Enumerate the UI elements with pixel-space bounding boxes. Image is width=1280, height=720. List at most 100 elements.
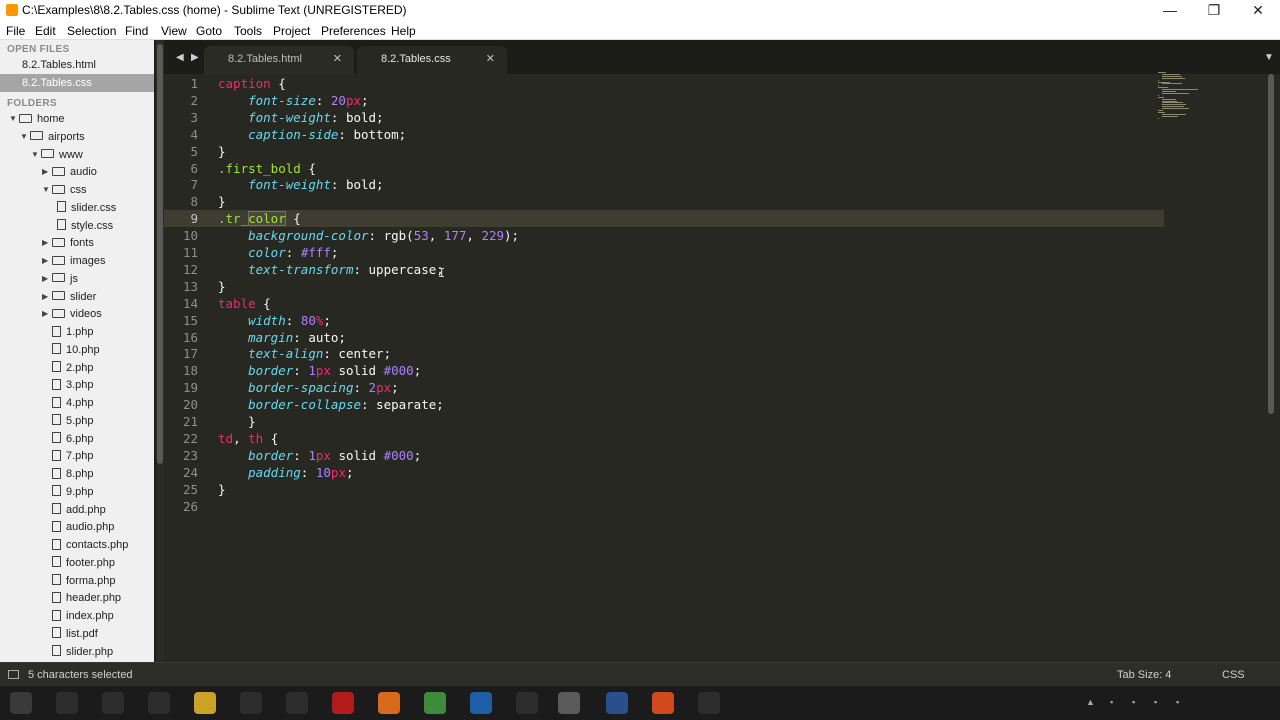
code-line[interactable]: 5} <box>164 143 1164 160</box>
tree-file[interactable]: contacts.php <box>42 536 128 554</box>
code-line[interactable]: 24 padding: 10px; <box>164 464 1164 481</box>
tab-close-icon[interactable]: ✕ <box>486 46 495 72</box>
tab-dropdown-icon[interactable]: ▼ <box>1264 52 1274 63</box>
sidebar-scrollbar[interactable] <box>156 40 164 662</box>
tab-prev-icon[interactable]: ◀ <box>176 52 184 63</box>
code-line[interactable]: 23 border: 1px solid #000; <box>164 447 1164 464</box>
taskbar-app-icon[interactable] <box>102 692 124 714</box>
taskbar-app-icon[interactable] <box>698 692 720 714</box>
tree-file[interactable]: index.php <box>42 607 114 625</box>
code-line[interactable]: 9 .tr_color { <box>164 210 1164 228</box>
tree-file[interactable]: 6.php <box>42 430 94 448</box>
tree-file[interactable]: slider.php <box>42 643 113 661</box>
code-line[interactable]: 22 td, th { <box>164 430 1164 447</box>
tree-file[interactable]: slider.css <box>53 199 116 217</box>
taskbar-app-icon[interactable] <box>470 692 492 714</box>
tree-folder[interactable]: ▶ audio <box>42 163 97 181</box>
menu-edit[interactable]: Edit <box>35 24 56 38</box>
tree-file[interactable]: list.pdf <box>42 625 98 643</box>
tree-file[interactable]: footer.php <box>42 554 115 572</box>
code-line[interactable]: 17 text-align: center; <box>164 345 1164 362</box>
menu-view[interactable]: View <box>161 24 187 38</box>
tree-file[interactable]: style.css <box>53 217 113 235</box>
tray-icon[interactable]: ▪ <box>1132 697 1135 707</box>
open-file-item[interactable]: 8.2.Tables.html <box>0 56 154 74</box>
code-line[interactable]: 1 caption { <box>164 75 1164 92</box>
tree-folder[interactable]: ▶ js <box>42 270 78 288</box>
taskbar-app-icon[interactable] <box>286 692 308 714</box>
code-line[interactable]: 7 font-weight: bold; <box>164 176 1164 193</box>
code-line[interactable]: 25} <box>164 481 1164 498</box>
tree-file[interactable]: 9.php <box>42 483 94 501</box>
tree-file[interactable]: 2.php <box>42 359 94 377</box>
expand-arrow-right-icon[interactable]: ▶ <box>42 270 52 288</box>
tray-icon[interactable]: ▪ <box>1110 697 1113 707</box>
tree-file[interactable]: header.php <box>42 589 121 607</box>
file-explorer-icon[interactable] <box>194 692 216 714</box>
taskbar-app-icon[interactable] <box>148 692 170 714</box>
sidebar-scrollbar-thumb[interactable] <box>157 44 163 464</box>
tab-tables-css[interactable]: 8.2.Tables.css ✕ <box>357 46 507 74</box>
expand-arrow-right-icon[interactable]: ▶ <box>42 234 52 252</box>
tree-file[interactable]: forma.php <box>42 572 116 590</box>
panel-toggle-icon[interactable] <box>8 670 19 679</box>
syntax-indicator[interactable]: CSS <box>1222 669 1245 681</box>
tree-folder[interactable]: ▶ images <box>42 252 105 270</box>
tree-folder[interactable]: ▼ home <box>9 110 65 128</box>
tree-file[interactable]: 7.php <box>42 447 94 465</box>
minimize-icon[interactable]: — <box>1148 0 1192 22</box>
menu-find[interactable]: Find <box>125 24 148 38</box>
tree-folder[interactable]: ▶ slider <box>42 288 96 306</box>
tree-file[interactable]: audio.php <box>42 518 114 536</box>
code-line[interactable]: 14 table { <box>164 295 1164 312</box>
start-icon[interactable] <box>10 692 32 714</box>
code-line[interactable]: 10 background-color: rgb(53, 177, 229); <box>164 227 1164 244</box>
tree-file[interactable]: add.php <box>42 501 106 519</box>
tree-folder[interactable]: ▼ css <box>42 181 87 199</box>
tab-close-icon[interactable]: ✕ <box>333 46 342 72</box>
firefox-icon[interactable] <box>378 692 400 714</box>
code-line[interactable]: 6 .first_bold { <box>164 160 1164 177</box>
menu-preferences[interactable]: Preferences <box>321 24 386 38</box>
expand-arrow-down-icon[interactable]: ▼ <box>20 128 30 146</box>
tree-file[interactable]: 4.php <box>42 394 94 412</box>
taskbar-app-icon[interactable] <box>240 692 262 714</box>
minimap[interactable] <box>1158 72 1198 122</box>
tree-folder[interactable]: ▼ www <box>31 146 83 164</box>
close-icon[interactable]: ✕ <box>1236 0 1280 22</box>
code-line[interactable]: 12 text-transform: uppercase; <box>164 261 1164 278</box>
tree-file[interactable]: 10.php <box>42 341 100 359</box>
menu-selection[interactable]: Selection <box>67 24 116 38</box>
sublime-taskbar-icon[interactable] <box>558 692 580 714</box>
menu-project[interactable]: Project <box>273 24 310 38</box>
tray-icon[interactable]: ▪ <box>1154 697 1157 707</box>
expand-arrow-right-icon[interactable]: ▶ <box>42 163 52 181</box>
tree-file[interactable]: 1.php <box>42 323 94 341</box>
code-line[interactable]: 11 color: #fff; <box>164 244 1164 261</box>
taskbar-app-icon[interactable] <box>652 692 674 714</box>
tree-file[interactable]: 3.php <box>42 376 94 394</box>
menu-file[interactable]: File <box>6 24 25 38</box>
maximize-icon[interactable]: ❐ <box>1192 0 1236 22</box>
code-line[interactable]: 8} <box>164 193 1164 210</box>
code-line[interactable]: 2 font-size: 20px; <box>164 92 1164 109</box>
tab-size-indicator[interactable]: Tab Size: 4 <box>1117 669 1171 681</box>
taskbar-app-icon[interactable] <box>606 692 628 714</box>
code-line[interactable]: 20 border-collapse: separate; <box>164 396 1164 413</box>
tab-tables-html[interactable]: 8.2.Tables.html ✕ <box>204 46 354 74</box>
tab-next-icon[interactable]: ▶ <box>191 52 199 63</box>
expand-arrow-right-icon[interactable]: ▶ <box>42 252 52 270</box>
tray-icon[interactable]: ▲ <box>1086 697 1095 707</box>
open-file-item-active[interactable]: 8.2.Tables.css <box>0 74 154 92</box>
expand-arrow-right-icon[interactable]: ▶ <box>42 288 52 306</box>
code-line[interactable]: 15 width: 80%; <box>164 312 1164 329</box>
tree-file[interactable]: 5.php <box>42 412 94 430</box>
code-line[interactable]: 3 font-weight: bold; <box>164 109 1164 126</box>
menu-goto[interactable]: Goto <box>196 24 222 38</box>
expand-arrow-down-icon[interactable]: ▼ <box>42 181 52 199</box>
tree-file[interactable]: 8.php <box>42 465 94 483</box>
opera-icon[interactable] <box>332 692 354 714</box>
menu-tools[interactable]: Tools <box>234 24 262 38</box>
tray-icon[interactable]: ▪ <box>1176 697 1179 707</box>
menu-help[interactable]: Help <box>391 24 416 38</box>
